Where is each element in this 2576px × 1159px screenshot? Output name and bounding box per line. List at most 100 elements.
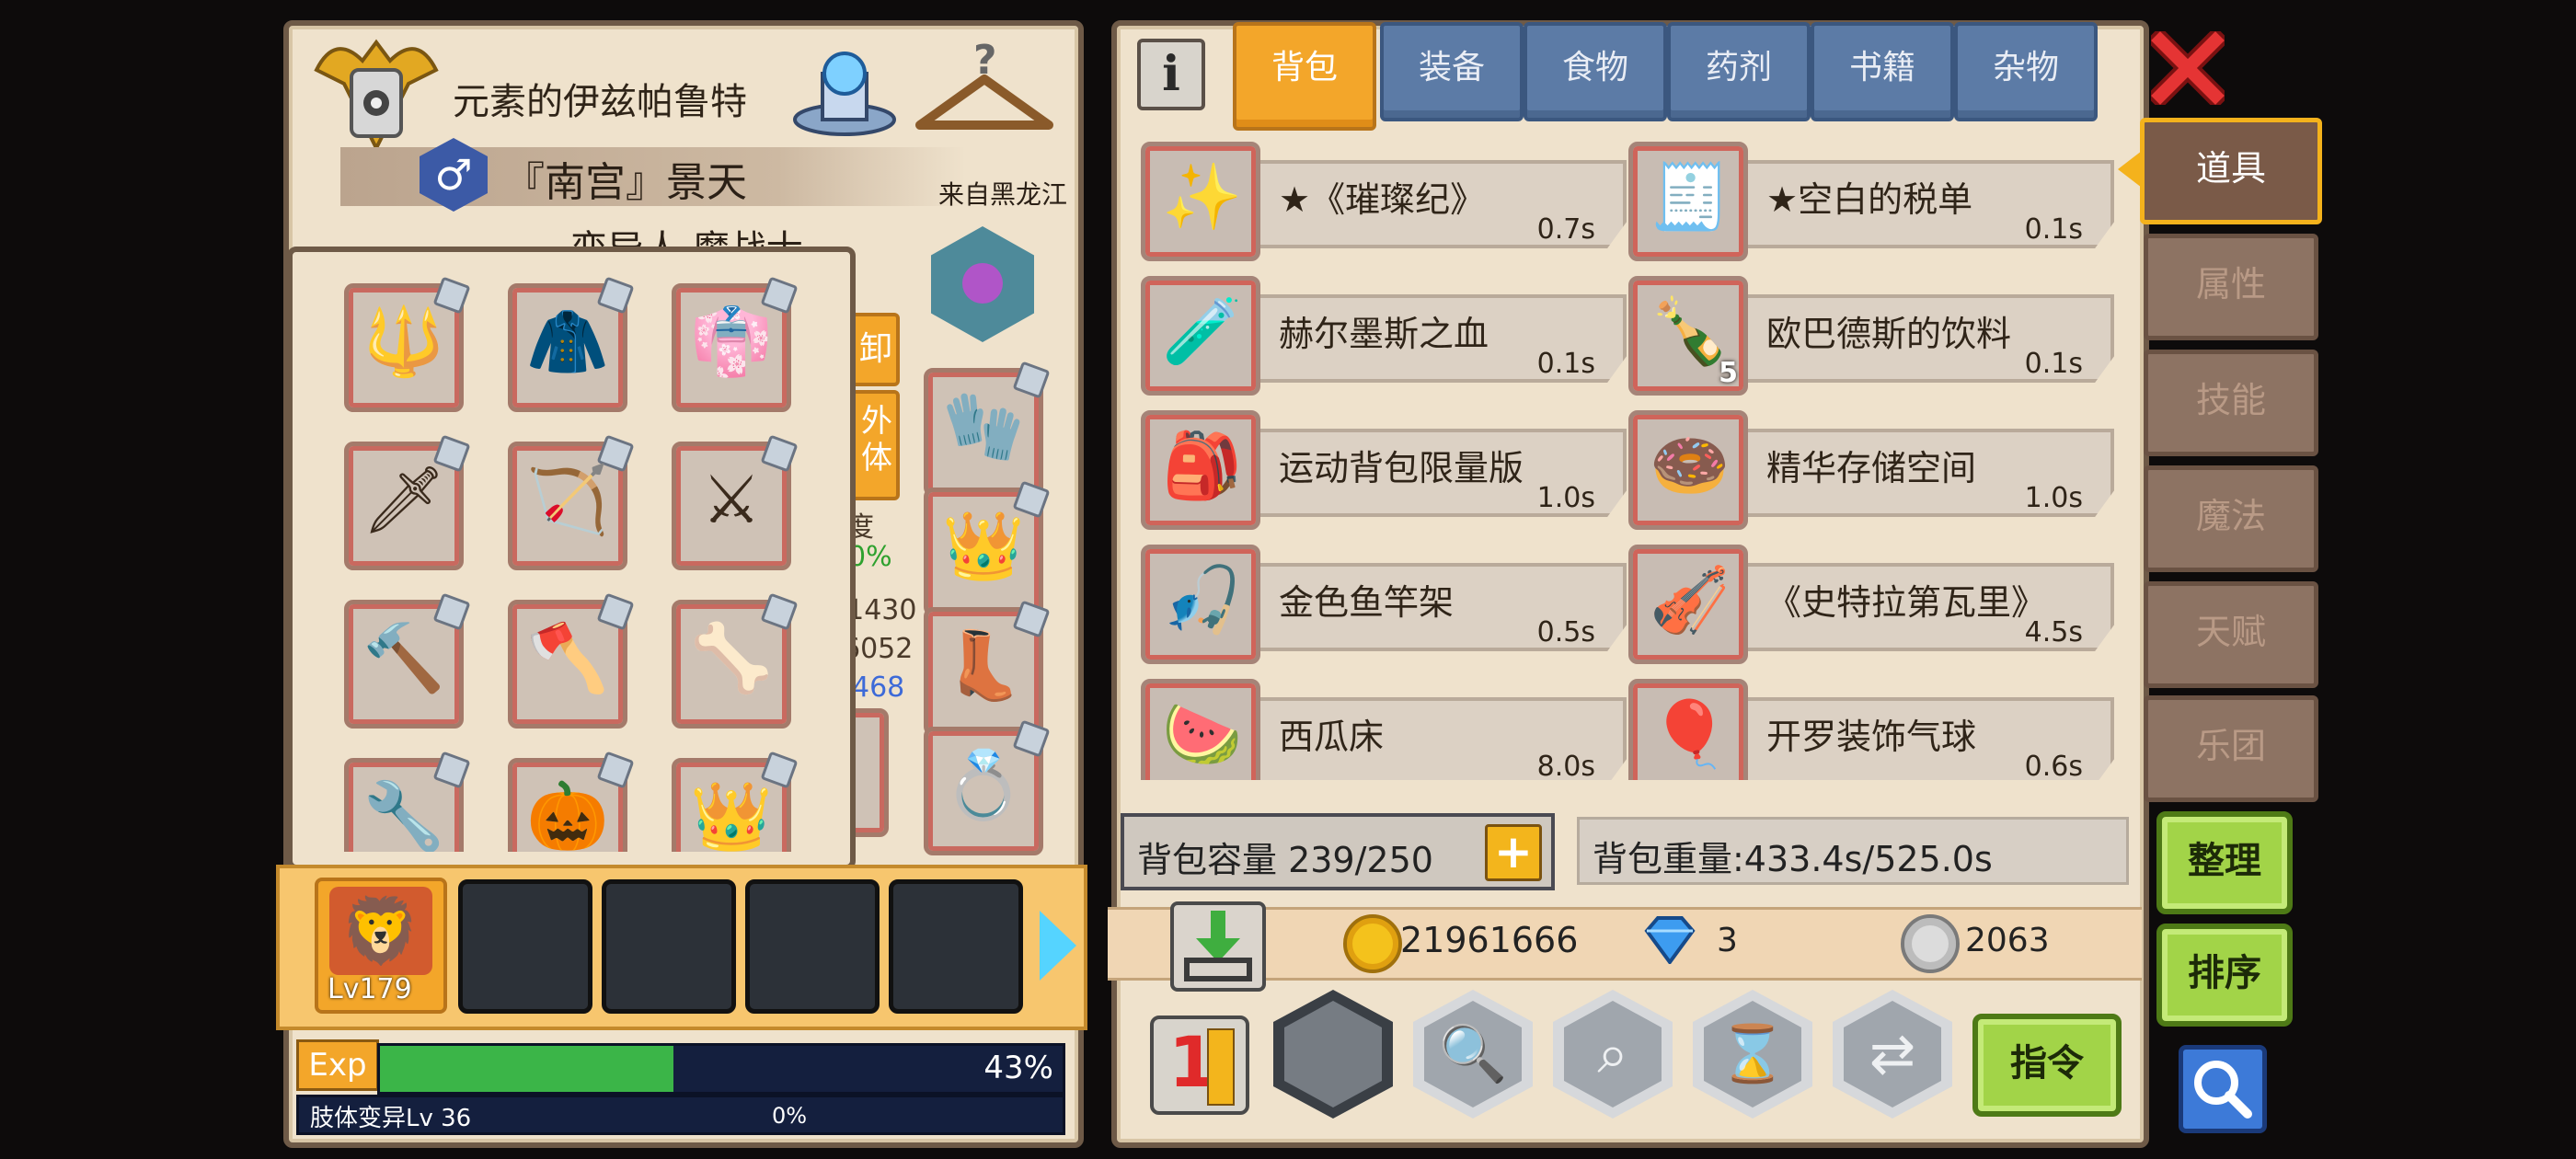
stat-value-3: 468 [852, 671, 905, 704]
bag-weight-box: 背包重量:433.4s/525.0s [1577, 817, 2129, 885]
list-item[interactable]: 🍉 西瓜床 8.0s [1141, 670, 1627, 780]
exp-bar: 43% [377, 1043, 1065, 1095]
sub-bar: 肢体变异Lv 36 0% [296, 1095, 1065, 1135]
equip-slot-12[interactable]: 👑 [672, 751, 799, 852]
list-item[interactable]: 🎒 运动背包限量版 1.0s [1141, 401, 1627, 530]
silver-wrench-icon: 🔧 [362, 776, 445, 852]
tab-equipment[interactable]: 装备 [1380, 22, 1524, 121]
side-tab-items[interactable]: 道具 [2140, 118, 2322, 224]
purple-crown-icon: 👑 [690, 776, 773, 852]
golden-scepter-icon: ✨ [1162, 159, 1243, 235]
exp-fill [380, 1046, 674, 1092]
item-count: 5 [1719, 357, 1738, 389]
equip-slot-crown[interactable]: 👑 [924, 480, 1051, 616]
equip-slot-7[interactable]: 🔨 [344, 592, 471, 729]
red-cape-icon: 👘 [690, 302, 773, 380]
party-slot-2[interactable] [458, 879, 592, 1014]
list-item[interactable]: 🎈 开罗装饰气球 0.6s [1628, 670, 2114, 780]
equip-slot-9[interactable]: 🦴 [672, 592, 799, 729]
search-button[interactable] [2179, 1045, 2267, 1133]
side-tab-magic[interactable]: 魔法 [2144, 465, 2318, 572]
number-stack-icon [1207, 1028, 1235, 1106]
tax-form-icon: 🧾 [1650, 159, 1731, 235]
deposit-button[interactable] [1170, 901, 1266, 992]
magnifier-glass-icon [2194, 1061, 2252, 1119]
diamond-amount: 3 [1717, 922, 1738, 959]
tidy-button[interactable]: 整理 [2156, 811, 2293, 914]
equip-slot-2[interactable]: 🧥 [508, 276, 635, 412]
watermelon-bed-icon: 🍉 [1162, 696, 1243, 772]
gold-amount: 21961666 [1400, 920, 1579, 960]
list-item[interactable]: 🧪 赫尔墨斯之血 0.1s [1141, 267, 1627, 396]
equip-slot-boots[interactable]: 👢 [924, 600, 1051, 736]
hero-avatar: 🦁 [329, 887, 432, 975]
right-equipment-column: 🧤 👑 👢 💍 [924, 221, 1052, 855]
jade-crossbow-icon: 🏹 [526, 460, 609, 538]
order-button[interactable]: 排序 [2156, 924, 2293, 1027]
side-tab-attributes[interactable]: 属性 [2144, 234, 2318, 340]
party-slot-4[interactable] [745, 879, 880, 1014]
item-list: ✨ ★《璀璨纪》 0.7s 🧾 ★空白的税单 0.1s 🧪 赫尔墨斯之血 0.1s 🍾… [1141, 125, 2116, 780]
ring-pouch-icon: 🍩 [1650, 428, 1731, 503]
expand-capacity-button[interactable]: + [1485, 824, 1542, 881]
equip-slot-3[interactable]: 👘 [672, 276, 799, 412]
hero-level: Lv179 [328, 973, 412, 1005]
rod-rack-icon: 🎣 [1162, 562, 1243, 637]
crystal-totem-icon[interactable] [789, 37, 900, 138]
info-button[interactable]: i [1137, 39, 1205, 110]
hourglass-icon: ⌛ [1704, 1001, 1801, 1107]
red-glaive-icon: 🪓 [526, 618, 609, 696]
character-title: 元素的伊兹帕鲁特 [453, 81, 747, 123]
side-tab-pointer-icon [2118, 151, 2142, 188]
tab-food[interactable]: 食物 [1524, 22, 1667, 121]
violin-icon: 🎻 [1650, 562, 1731, 637]
pumpkin-charm-icon: 🎃 [526, 776, 609, 852]
side-tab-talent[interactable]: 天赋 [2144, 581, 2318, 688]
list-item[interactable]: ✨ ★《璀璨纪》 0.7s [1141, 132, 1627, 261]
list-item[interactable]: 🍾 5 欧巴德斯的饮料 0.1s [1628, 267, 2114, 396]
equip-slot-4[interactable]: 🗡 [344, 434, 471, 570]
equip-slot-8[interactable]: 🪓 [508, 592, 635, 729]
party-slot-3[interactable] [602, 879, 736, 1014]
teal-shield-icon[interactable] [931, 226, 1034, 342]
equip-slot-glove[interactable]: 🧤 [924, 361, 1051, 497]
white-glove-icon: 🧤 [942, 386, 1025, 465]
balloon-icon: 🎈 [1650, 696, 1731, 772]
silver-amount: 2063 [1965, 922, 2050, 959]
equip-slot-5[interactable]: 🏹 [508, 434, 635, 570]
party-next-arrow-icon[interactable] [1040, 911, 1076, 981]
equipment-grid-popup: 🔱 🧥 👘 🗡 🏹 ⚔ 🔨 🪓 🦴 🔧 🎃 👑 [287, 247, 856, 870]
horned-helmet-icon: 🔱 [362, 302, 445, 380]
potion-icon: 🧪 [1162, 293, 1243, 369]
number-sort-button[interactable]: 1 [1150, 1016, 1249, 1115]
close-icon[interactable] [2145, 26, 2230, 110]
party-slot-5[interactable] [889, 879, 1023, 1014]
tab-potion[interactable]: 药剂 [1667, 22, 1811, 121]
male-icon: ♂ [434, 150, 473, 200]
swap-arrows-icon: ⇄ [1844, 1001, 1941, 1107]
tab-bag[interactable]: 背包 [1233, 22, 1376, 131]
command-button[interactable]: 指令 [1972, 1014, 2122, 1117]
equip-slot-11[interactable]: 🎃 [508, 751, 635, 852]
hanger-question-icon[interactable]: ? [911, 37, 1058, 138]
sub-percent: 0% [772, 1103, 808, 1129]
red-crown-ring-icon: 👑 [942, 506, 1025, 584]
red-fan-sword-icon: ⚔ [701, 460, 762, 538]
equip-slot-1[interactable]: 🔱 [344, 276, 471, 412]
blue-ring-icon: 💍 [942, 745, 1025, 823]
equip-slot-6[interactable]: ⚔ [672, 434, 799, 570]
tab-books[interactable]: 书籍 [1811, 22, 1954, 121]
list-item[interactable]: 🎻 《史特拉第瓦里》 4.5s [1628, 535, 2114, 664]
equip-slot-ring[interactable]: 💍 [924, 719, 1051, 855]
side-tab-skills[interactable]: 技能 [2144, 350, 2318, 456]
list-item[interactable]: 🎣 金色鱼竿架 0.5s [1141, 535, 1627, 664]
bag-capacity-box: 背包容量 239/250 + [1121, 813, 1555, 890]
party-slot-active[interactable]: 🦁 Lv179 [315, 878, 447, 1014]
list-item[interactable]: 🧾 ★空白的税单 0.1s [1628, 132, 2114, 261]
side-tab-band[interactable]: 乐团 [2144, 695, 2318, 802]
guild-emblem-icon [307, 33, 445, 153]
list-item[interactable]: 🍩 精华存储空间 1.0s [1628, 401, 2114, 530]
tab-misc[interactable]: 杂物 [1954, 22, 2098, 121]
bag-capacity-text: 背包容量 239/250 [1137, 840, 1433, 880]
equip-slot-10[interactable]: 🔧 [344, 751, 471, 852]
